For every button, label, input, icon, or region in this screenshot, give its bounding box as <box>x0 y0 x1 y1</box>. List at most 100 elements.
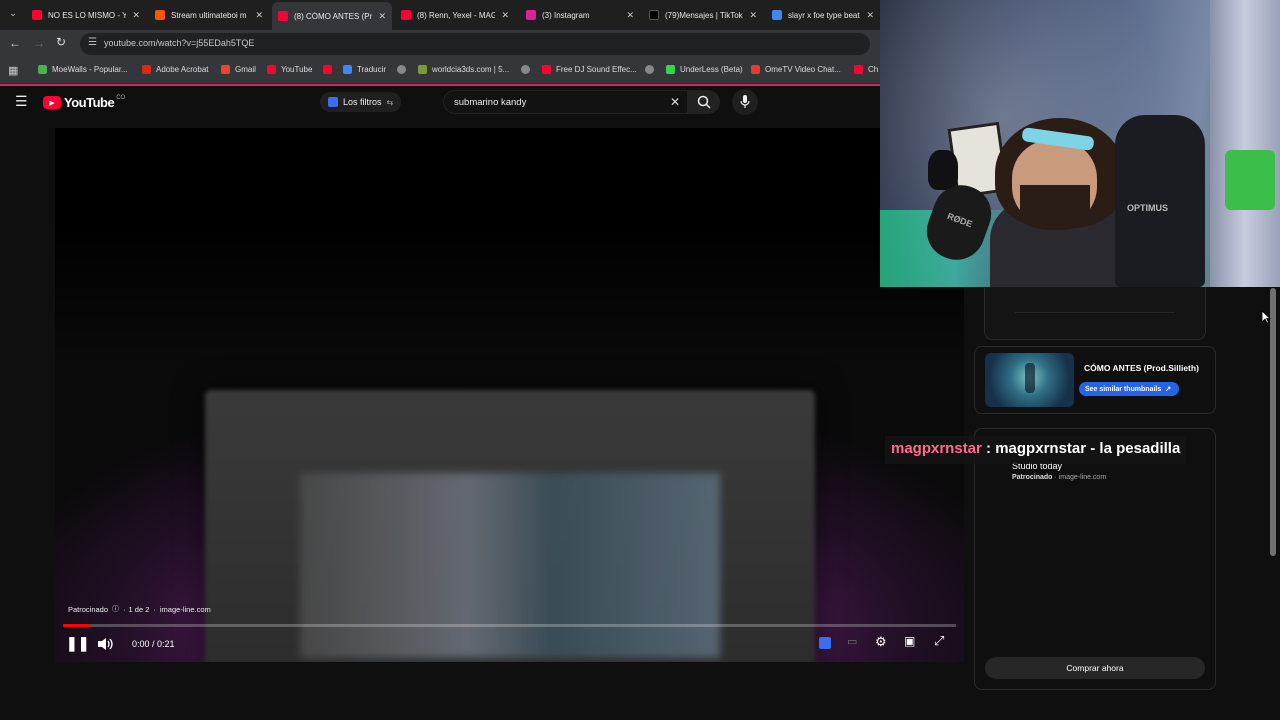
bookmark-traducir[interactable]: Traducir <box>343 65 386 74</box>
reload-icon[interactable]: ↻ <box>56 35 66 49</box>
translate-icon <box>343 65 352 74</box>
bookmark-underless[interactable]: UnderLess (Beta) <box>666 65 743 74</box>
tab-strip: ⌄ NO ES LO MISMO - Y ✕ Stream ultimatebo… <box>0 0 880 30</box>
bookmark-worldcia3ds[interactable]: worldcia3ds.com | 5... <box>418 65 509 74</box>
bookmark-globe[interactable] <box>397 65 411 74</box>
external-link-icon: ↗ <box>1165 386 1172 393</box>
progress-fill <box>63 624 90 627</box>
webcam-overlay: RØDE OPTIMUS <box>880 0 1280 287</box>
apps-grid-icon[interactable]: ▦ <box>8 64 18 77</box>
underless-icon <box>666 65 675 74</box>
youtube-icon <box>854 65 863 74</box>
bookmark-globe-3[interactable] <box>645 65 659 74</box>
bookmark-ch[interactable]: Ch <box>854 65 878 74</box>
chat-text: magpxrnstar - la pesadilla <box>995 440 1181 457</box>
navigation-bar: ← → ↻ ☰ youtube.com/watch?v=j55EDah5TQE <box>0 30 880 58</box>
pause-button[interactable]: ❚❚ <box>66 635 89 652</box>
url-text[interactable]: youtube.com/watch?v=j55EDah5TQE <box>104 38 254 48</box>
browser-tab[interactable]: (3) Instagram ✕ <box>520 4 640 26</box>
sliders-icon: ⇆ <box>386 97 394 107</box>
filter-app-icon <box>328 97 338 107</box>
subtitles-icon[interactable]: ▭ <box>847 635 857 648</box>
curtain <box>1210 0 1280 287</box>
ad-info: Patrocinado ⓘ · 1 de 2 · image-line.com <box>68 604 211 614</box>
close-tab-icon[interactable]: ✕ <box>749 10 757 21</box>
close-tab-icon[interactable]: ✕ <box>501 10 509 21</box>
forward-icon[interactable]: → <box>33 36 45 50</box>
person-beard <box>1020 185 1090 230</box>
filter-extension-icon[interactable] <box>819 637 831 649</box>
globe-icon <box>521 65 530 74</box>
close-tab-icon[interactable]: ✕ <box>255 10 263 21</box>
video-player[interactable]: Patrocinado ⓘ · 1 de 2 · image-line.com … <box>55 128 964 662</box>
ad-count: 1 de 2 <box>128 604 150 614</box>
clear-search-icon[interactable]: ✕ <box>670 95 680 109</box>
search-box[interactable]: submarino kandy ✕ <box>443 90 688 114</box>
placeholder-line <box>1015 312 1175 313</box>
youtube-favicon-icon <box>401 10 411 20</box>
ad-domain-link[interactable]: image-line.com <box>160 605 211 614</box>
see-similar-thumbnails-button[interactable]: See similar thumbnails ↗ <box>1079 382 1180 396</box>
buy-now-button[interactable]: Comprar ahora <box>985 657 1205 679</box>
moewalls-icon <box>38 65 47 74</box>
soundcloud-favicon-icon <box>155 10 165 20</box>
bookmarks-bar: ▦ MoeWalls - Popular... Adobe Acrobat Gm… <box>0 58 880 84</box>
search-button[interactable] <box>688 90 720 114</box>
thumbnail-figure <box>1025 363 1035 393</box>
bookmark-free-dj-sound[interactable]: Free DJ Sound Effec... <box>542 65 637 74</box>
volume-icon[interactable] <box>97 637 113 651</box>
browser-tab[interactable]: slayr x foe type beat ✕ <box>766 4 880 26</box>
youtube-play-icon: ▶ <box>43 96 61 109</box>
tiktok-favicon-icon <box>649 10 659 20</box>
bookmark-youtube-2[interactable] <box>323 65 337 74</box>
bookmark-adobe-acrobat[interactable]: Adobe Acrobat <box>142 65 208 74</box>
browser-tab[interactable]: Stream ultimateboi m ✕ <box>149 4 269 26</box>
theater-mode-icon[interactable]: ▣ <box>904 634 915 648</box>
bookmark-ometv[interactable]: OmeTV Video Chat... <box>751 65 841 74</box>
ad-meta: Patrocinado · image-line.com <box>1012 474 1107 481</box>
tab-search-icon[interactable]: ⌄ <box>6 8 20 22</box>
browser-tab[interactable]: (79)Mensajes | TikTok ✕ <box>643 4 763 26</box>
progress-bar[interactable] <box>63 624 956 627</box>
back-icon[interactable]: ← <box>9 36 21 50</box>
search-input[interactable]: submarino kandy <box>454 97 526 108</box>
browser-tab[interactable]: NO ES LO MISMO - Y ✕ <box>26 4 146 26</box>
site-info-icon[interactable]: ☰ <box>88 37 97 48</box>
gaming-chair: OPTIMUS <box>1115 115 1205 287</box>
settings-gear-icon[interactable]: ⚙ <box>875 634 887 650</box>
microphone-icon <box>740 95 750 108</box>
right-sidebar: CÓMO ANTES (Prod.Sillieth) See similar t… <box>974 286 1216 690</box>
time-display: 0:00 / 0:21 <box>132 639 175 649</box>
youtube-header: ☰ ▶ YouTube CO Los filtros ⇆ submarino k… <box>0 86 880 118</box>
filters-button[interactable]: Los filtros ⇆ <box>320 92 402 112</box>
close-tab-icon[interactable]: ✕ <box>132 10 140 21</box>
close-tab-icon[interactable]: ✕ <box>626 10 634 21</box>
info-icon[interactable]: ⓘ <box>112 604 119 614</box>
youtube-icon <box>542 65 551 74</box>
fullscreen-icon[interactable]: ⤢ <box>934 633 944 649</box>
gmail-icon <box>221 65 230 74</box>
bookmark-moewalls[interactable]: MoeWalls - Popular... <box>38 65 128 74</box>
address-bar[interactable]: ☰ youtube.com/watch?v=j55EDah5TQE <box>80 33 870 55</box>
globe-icon <box>645 65 654 74</box>
bookmark-youtube[interactable]: YouTube <box>267 65 312 74</box>
bookmark-globe-2[interactable] <box>521 65 535 74</box>
placeholder-card <box>984 286 1206 340</box>
close-tab-icon[interactable]: ✕ <box>866 10 874 21</box>
page-scrollbar[interactable] <box>1270 288 1276 556</box>
menu-icon[interactable]: ☰ <box>15 93 28 110</box>
ad-card: Studio today Patrocinado · image-line.co… <box>974 428 1216 690</box>
creeper-plush <box>1225 150 1275 210</box>
video-title[interactable]: CÓMO ANTES (Prod.Sillieth) <box>1084 363 1199 373</box>
ometv-icon <box>751 65 760 74</box>
close-tab-icon[interactable]: ✕ <box>378 11 386 22</box>
bookmark-gmail[interactable]: Gmail <box>221 65 256 74</box>
video-thumbnail[interactable] <box>985 353 1074 407</box>
browser-tab[interactable]: (8) Renn, Yexel - MAG ✕ <box>395 4 515 26</box>
video-frame-screen <box>300 473 720 658</box>
voice-search-button[interactable] <box>732 89 758 115</box>
youtube-logo[interactable]: ▶ YouTube CO <box>43 95 125 110</box>
browser-tab-active[interactable]: (8) CÓMO ANTES (Pr ✕ <box>272 2 392 30</box>
instagram-favicon-icon <box>526 10 536 20</box>
youtube-favicon-icon <box>278 11 288 21</box>
